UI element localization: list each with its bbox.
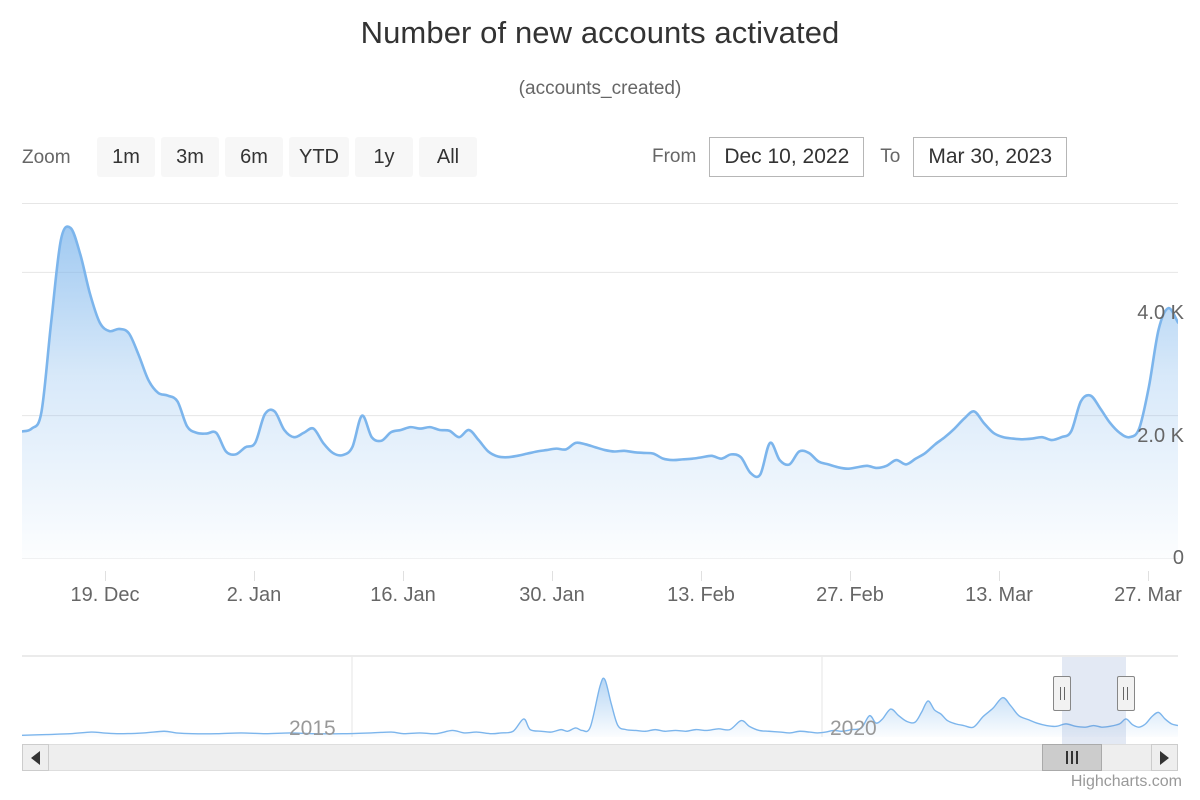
x-axis-labels: 19. Dec 2. Jan 16. Jan 30. Jan 13. Feb 27. Fe… <box>0 583 1200 613</box>
x-axis-label-4: 13. Feb <box>667 583 735 607</box>
x-axis-tick <box>999 571 1000 581</box>
x-axis-label-3: 30. Jan <box>519 583 585 607</box>
range-button-6m[interactable]: 6m <box>225 137 283 177</box>
drag-handle-icon <box>1127 687 1128 700</box>
x-axis-tick <box>552 571 553 581</box>
range-selector-buttons: 1m 3m 6m YTD 1y All <box>97 137 477 177</box>
series-area-fill <box>22 226 1178 559</box>
credits-link[interactable]: Highcharts.com <box>1071 772 1182 792</box>
y-axis-label-0: 0 <box>1173 548 1184 568</box>
chart-title: Number of new accounts activated <box>0 14 1200 52</box>
x-axis-label-5: 27. Feb <box>816 583 884 607</box>
x-axis-tick <box>254 571 255 581</box>
range-button-ytd[interactable]: YTD <box>289 137 349 177</box>
y-axis-label-4k: 4.0 K <box>1137 303 1184 323</box>
series-accounts-created[interactable] <box>22 215 1178 559</box>
y-axis-label-2k: 2.0 K <box>1137 426 1184 446</box>
scrollbar-left-button[interactable] <box>22 744 49 771</box>
range-button-1m[interactable]: 1m <box>97 137 155 177</box>
x-axis-label-6: 13. Mar <box>965 583 1033 607</box>
navigator-scrollbar[interactable] <box>22 744 1178 771</box>
range-button-3m[interactable]: 3m <box>161 137 219 177</box>
range-selector-inputs: From Dec 10, 2022 To Mar 30, 2023 <box>652 137 1067 177</box>
arrow-right-icon <box>1160 751 1169 765</box>
range-button-1y[interactable]: 1y <box>355 137 413 177</box>
x-axis-label-7: 27. Mar <box>1114 583 1182 607</box>
scrollbar-track[interactable] <box>48 744 1152 771</box>
to-label: To <box>880 145 900 169</box>
navigator-series[interactable] <box>22 657 1178 745</box>
x-axis-tick <box>403 571 404 581</box>
grip-icon <box>1071 751 1073 764</box>
chart-subtitle: (accounts_created) <box>0 76 1200 102</box>
scrollbar-thumb[interactable] <box>1042 744 1103 771</box>
from-date-input[interactable]: Dec 10, 2022 <box>709 137 864 177</box>
navigator-year-2020: 2020 <box>830 717 877 741</box>
highcharts-stock-chart: Number of new accounts activated (accoun… <box>0 0 1200 800</box>
range-button-all[interactable]: All <box>419 137 477 177</box>
navigator[interactable]: 2015 2020 <box>22 655 1178 745</box>
x-axis-tick <box>850 571 851 581</box>
from-label: From <box>652 145 696 169</box>
drag-handle-icon <box>1060 687 1061 700</box>
navigator-handle-left[interactable] <box>1053 676 1071 711</box>
scrollbar-right-button[interactable] <box>1151 744 1178 771</box>
x-axis-label-2: 16. Jan <box>370 583 436 607</box>
range-selector-divider <box>22 203 1178 204</box>
navigator-handle-right[interactable] <box>1117 676 1135 711</box>
navigator-year-2015: 2015 <box>289 717 336 741</box>
x-axis-tick <box>105 571 106 581</box>
drag-handle-icon <box>1064 687 1065 700</box>
arrow-left-icon <box>31 751 40 765</box>
grip-icon <box>1076 751 1078 764</box>
x-axis-tick <box>701 571 702 581</box>
x-axis-label-0: 19. Dec <box>71 583 140 607</box>
zoom-label: Zoom <box>22 146 71 170</box>
to-date-input[interactable]: Mar 30, 2023 <box>913 137 1067 177</box>
range-selector: Zoom 1m 3m 6m YTD 1y All From Dec 10, 20… <box>0 137 1200 181</box>
x-axis-label-1: 2. Jan <box>227 583 281 607</box>
x-axis-tick <box>1148 571 1149 581</box>
drag-handle-icon <box>1123 687 1124 700</box>
plot-area[interactable] <box>22 215 1178 559</box>
grip-icon <box>1066 751 1068 764</box>
